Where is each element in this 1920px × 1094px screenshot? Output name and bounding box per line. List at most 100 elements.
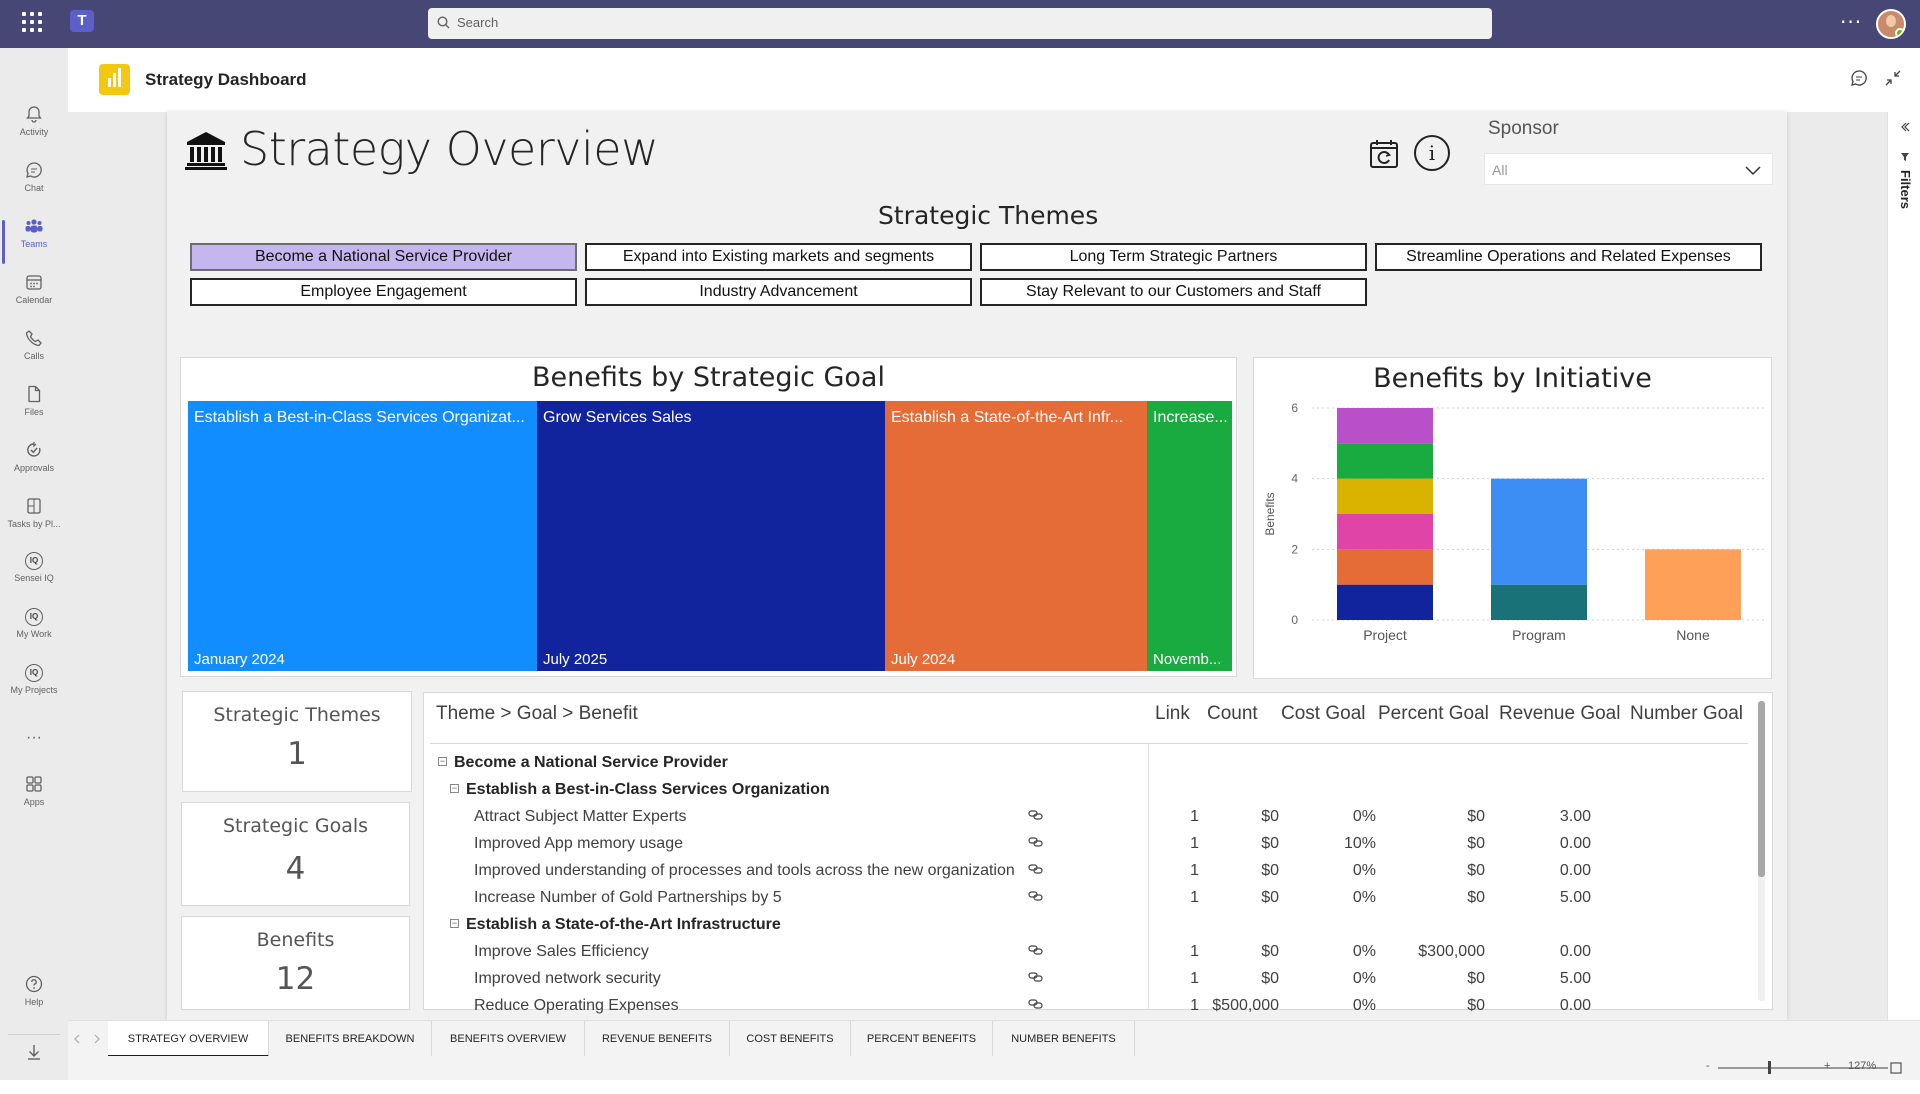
- teams-icon: [25, 219, 43, 233]
- rail-item-sensei-iq[interactable]: IQ Sensei IQ: [0, 552, 68, 604]
- rail-item-my-work[interactable]: IQ My Work: [0, 608, 68, 660]
- table-row[interactable]: Attract Subject Matter Experts 1 $0 0% $0 3.0…: [424, 804, 1744, 831]
- column-header-cost-goal[interactable]: Cost Goal: [1281, 703, 1365, 725]
- more-apps-button[interactable]: ···: [0, 728, 68, 780]
- sponsor-dropdown[interactable]: All: [1484, 153, 1773, 185]
- treemap-tile-state-of-the-art[interactable]: Establish a State-of-the-Art Infr... Jul…: [885, 401, 1147, 671]
- goal-row[interactable]: − Establish a Best-in-Class Services Orga…: [424, 777, 1744, 804]
- tab-strategy-overview[interactable]: STRATEGY OVERVIEW: [108, 1021, 269, 1057]
- treemap-tile-grow-services-sales[interactable]: Grow Services Sales July 2025: [537, 401, 885, 671]
- table-row[interactable]: Improved App memory usage 1 $0 10% $0 0.00: [424, 831, 1744, 858]
- tasks-icon: [27, 498, 41, 514]
- link-icon[interactable]: [1028, 836, 1044, 848]
- tab-scroll-left-icon[interactable]: [73, 1034, 81, 1044]
- info-icon[interactable]: i: [1414, 135, 1450, 171]
- table-row[interactable]: Increase Number of Gold Partnerships by …: [424, 885, 1744, 912]
- percent-goal-cell: 0%: [1352, 970, 1376, 987]
- link-icon[interactable]: [1028, 809, 1044, 821]
- row-label: Improved network security: [474, 970, 661, 987]
- scrollbar-thumb[interactable]: [1758, 701, 1765, 877]
- bar-segment: [1491, 478, 1587, 585]
- tab-scroll-right-icon[interactable]: [93, 1034, 101, 1044]
- theme-button-industry-advancement[interactable]: Industry Advancement: [585, 278, 972, 306]
- column-header-percent-goal[interactable]: Percent Goal: [1378, 703, 1489, 725]
- column-header-number-goal[interactable]: Number Goal: [1630, 703, 1743, 725]
- rail-item-calls[interactable]: Calls: [0, 328, 68, 380]
- rail-item-chat[interactable]: Chat: [0, 160, 68, 212]
- rail-item-apps[interactable]: Apps: [0, 774, 68, 826]
- goal-row[interactable]: − Establish a State-of-the-Art Infrastruc…: [424, 912, 1744, 939]
- theme-button-streamline-operations[interactable]: Streamline Operations and Related Expens…: [1375, 243, 1762, 271]
- rail-item-activity[interactable]: Activity: [0, 104, 68, 156]
- rail-item-calendar[interactable]: Calendar: [0, 272, 68, 324]
- refresh-calendar-icon[interactable]: [1369, 138, 1399, 170]
- search-input[interactable]: Search: [428, 8, 1492, 39]
- y-tick-label: 0: [1291, 613, 1298, 627]
- collapse-row-icon[interactable]: −: [438, 757, 447, 766]
- more-options-button[interactable]: ···: [1840, 10, 1862, 34]
- zoom-level: 127%: [1848, 1060, 1877, 1072]
- treemap-tile-best-in-class[interactable]: Establish a Best-in-Class Services Organ…: [188, 401, 537, 671]
- column-header-hierarchy[interactable]: Theme > Goal > Benefit: [436, 703, 638, 725]
- collapse-row-icon[interactable]: −: [450, 919, 459, 928]
- download-button[interactable]: [0, 1042, 68, 1094]
- tab-cost-benefits[interactable]: COST BENEFITS: [730, 1021, 851, 1057]
- rail-label: Files: [24, 407, 44, 417]
- link-icon[interactable]: [1028, 863, 1044, 875]
- fit-to-page-icon[interactable]: [1890, 1062, 1902, 1074]
- filters-pane[interactable]: Filters: [1887, 112, 1920, 1020]
- tab-revenue-benefits[interactable]: REVENUE BENEFITS: [585, 1021, 730, 1057]
- rail-item-approvals[interactable]: Approvals: [0, 440, 68, 492]
- table-scrollbar[interactable]: [1758, 701, 1765, 1001]
- rail-item-my-projects[interactable]: IQ My Projects: [0, 664, 68, 716]
- rail-item-help[interactable]: Help: [0, 974, 68, 1026]
- theme-button-expand-markets[interactable]: Expand into Existing markets and segment…: [585, 243, 972, 271]
- calendar-icon: [26, 275, 42, 290]
- zoom-in-button[interactable]: +: [1824, 1060, 1830, 1072]
- zoom-out-button[interactable]: -: [1706, 1060, 1710, 1072]
- treemap-tile-increase[interactable]: Increase... Novemb...: [1147, 401, 1232, 671]
- cost-goal-cell: $500,000: [1212, 997, 1279, 1014]
- x-tick-label: None: [1676, 627, 1710, 643]
- app-launcher-icon[interactable]: [22, 12, 42, 32]
- table-row[interactable]: Improved understanding of processes and …: [424, 858, 1744, 885]
- collapse-row-icon[interactable]: −: [450, 784, 459, 793]
- table-row[interactable]: Improved network security 1 $0 0% $0 5.00: [424, 966, 1744, 993]
- bar-segment: [1337, 514, 1433, 550]
- tab-benefits-breakdown[interactable]: BENEFITS BREAKDOWN: [269, 1021, 432, 1057]
- zoom-slider-handle[interactable]: [1768, 1061, 1771, 1074]
- link-icon[interactable]: [1028, 971, 1044, 983]
- avatar[interactable]: [1876, 9, 1906, 39]
- revenue-goal-cell: $300,000: [1418, 943, 1485, 960]
- tab-number-benefits[interactable]: NUMBER BENEFITS: [993, 1021, 1135, 1057]
- column-header-count[interactable]: Count: [1207, 703, 1258, 725]
- rail-label: Help: [24, 997, 44, 1007]
- rail-item-files[interactable]: Files: [0, 384, 68, 436]
- theme-button-employee-engagement[interactable]: Employee Engagement: [190, 278, 577, 306]
- theme-button-national-service-provider[interactable]: Become a National Service Provider: [190, 243, 577, 271]
- theme-button-strategic-partners[interactable]: Long Term Strategic Partners: [980, 243, 1367, 271]
- link-icon[interactable]: [1028, 998, 1044, 1010]
- rail-item-tasks[interactable]: Tasks by Pl...: [0, 496, 68, 548]
- number-goal-cell: 0.00: [1559, 862, 1591, 879]
- conversation-icon[interactable]: [1850, 69, 1868, 87]
- iq-icon: IQ: [25, 608, 43, 626]
- bar-segment: [1337, 478, 1433, 514]
- column-header-revenue-goal[interactable]: Revenue Goal: [1499, 703, 1620, 725]
- column-header-link[interactable]: Link: [1155, 703, 1190, 725]
- percent-goal-cell: 0%: [1352, 889, 1376, 906]
- percent-goal-cell: 10%: [1343, 835, 1376, 852]
- number-goal-cell: 0.00: [1559, 835, 1591, 852]
- presence-available-icon: [1895, 28, 1904, 37]
- chevron-left-icon[interactable]: [1900, 122, 1910, 132]
- table-row[interactable]: Reduce Operating Expenses 1 $500,000 0% $0 0.…: [424, 993, 1744, 1020]
- tab-percent-benefits[interactable]: PERCENT BENEFITS: [851, 1021, 993, 1057]
- collapse-icon[interactable]: [1884, 69, 1902, 87]
- link-icon[interactable]: [1028, 944, 1044, 956]
- table-row[interactable]: Improve Sales Efficiency 1 $0 0% $300,000 0.0…: [424, 939, 1744, 966]
- rail-item-teams[interactable]: Teams: [0, 216, 68, 268]
- theme-row[interactable]: − Become a National Service Provider: [424, 750, 1744, 777]
- tab-benefits-overview[interactable]: BENEFITS OVERVIEW: [432, 1021, 585, 1057]
- link-icon[interactable]: [1028, 890, 1044, 902]
- theme-button-stay-relevant[interactable]: Stay Relevant to our Customers and Staff: [980, 278, 1367, 306]
